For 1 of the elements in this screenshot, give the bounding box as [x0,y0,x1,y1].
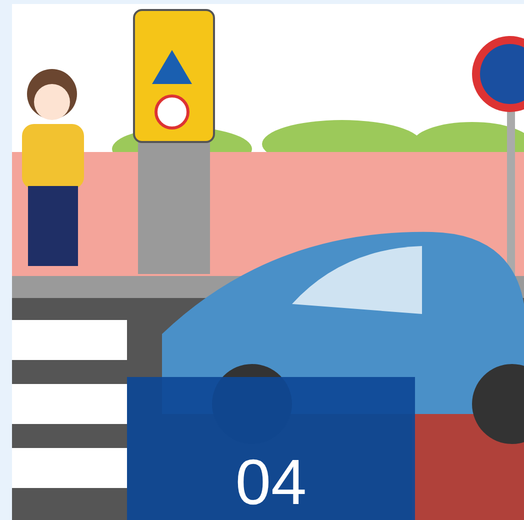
card-number: 04 [235,450,307,520]
